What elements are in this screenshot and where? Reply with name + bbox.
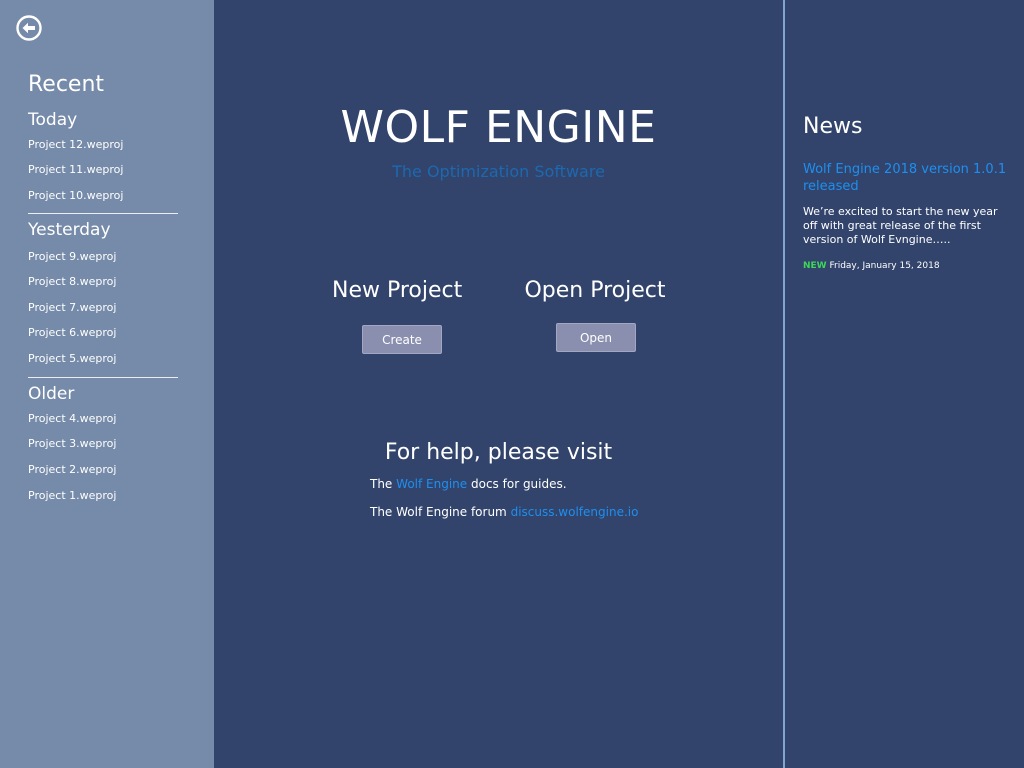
recent-project-item[interactable]: Project 11.weproj xyxy=(28,163,123,176)
recent-project-item[interactable]: Project 9.weproj xyxy=(28,250,116,263)
news-meta: NEW Friday, January 15, 2018 xyxy=(803,261,940,271)
recent-project-item[interactable]: Project 8.weproj xyxy=(28,275,116,288)
help-title: For help, please visit xyxy=(384,440,613,465)
back-button[interactable] xyxy=(15,14,43,42)
help-docs-prefix: The xyxy=(370,477,393,491)
recent-project-item[interactable]: Project 1.weproj xyxy=(28,489,116,502)
help-docs-suffix: docs for guides. xyxy=(471,477,567,491)
help-forum-line: The Wolf Engine forum discuss.wolfengine… xyxy=(370,505,638,519)
arrow-left-circle-icon xyxy=(16,15,42,41)
news-panel: News Wolf Engine 2018 version 1.0.1 rele… xyxy=(785,0,1024,768)
recent-project-item[interactable]: Project 4.weproj xyxy=(28,412,116,425)
new-project-title: New Project xyxy=(332,278,463,303)
create-button[interactable]: Create xyxy=(362,325,442,354)
group-title-older: Older xyxy=(28,384,75,404)
open-project-title: Open Project xyxy=(524,278,666,303)
docs-link[interactable]: Wolf Engine xyxy=(396,477,467,491)
forum-link[interactable]: discuss.wolfengine.io xyxy=(511,505,639,519)
help-forum-prefix: The Wolf Engine forum xyxy=(370,505,507,519)
recent-project-item[interactable]: Project 12.weproj xyxy=(28,138,123,151)
news-date: Friday, January 15, 2018 xyxy=(829,261,940,271)
recent-project-item[interactable]: Project 2.weproj xyxy=(28,463,116,476)
group-divider xyxy=(28,377,178,378)
new-badge: NEW xyxy=(803,261,827,271)
news-title: News xyxy=(803,114,863,139)
group-divider xyxy=(28,213,178,214)
news-headline-link[interactable]: Wolf Engine 2018 version 1.0.1 released xyxy=(803,161,1015,195)
group-title-today: Today xyxy=(28,110,78,130)
recent-title: Recent xyxy=(28,72,105,97)
group-title-yesterday: Yesterday xyxy=(28,220,111,240)
recent-project-item[interactable]: Project 6.weproj xyxy=(28,326,116,339)
main-panel: WOLF ENGINE The Optimization Software Ne… xyxy=(214,0,783,768)
app-subtitle: The Optimization Software xyxy=(392,162,605,181)
recent-project-item[interactable]: Project 3.weproj xyxy=(28,437,116,450)
news-body: We’re excited to start the new year off … xyxy=(803,205,998,246)
recent-project-item[interactable]: Project 10.weproj xyxy=(28,189,123,202)
app-title: WOLF ENGINE xyxy=(340,102,657,153)
recent-project-item[interactable]: Project 7.weproj xyxy=(28,301,116,314)
help-docs-line: The Wolf Engine docs for guides. xyxy=(370,477,567,491)
open-button[interactable]: Open xyxy=(556,323,636,352)
recent-sidebar: Recent Today Project 12.weproj Project 1… xyxy=(0,0,214,768)
recent-project-item[interactable]: Project 5.weproj xyxy=(28,352,116,365)
